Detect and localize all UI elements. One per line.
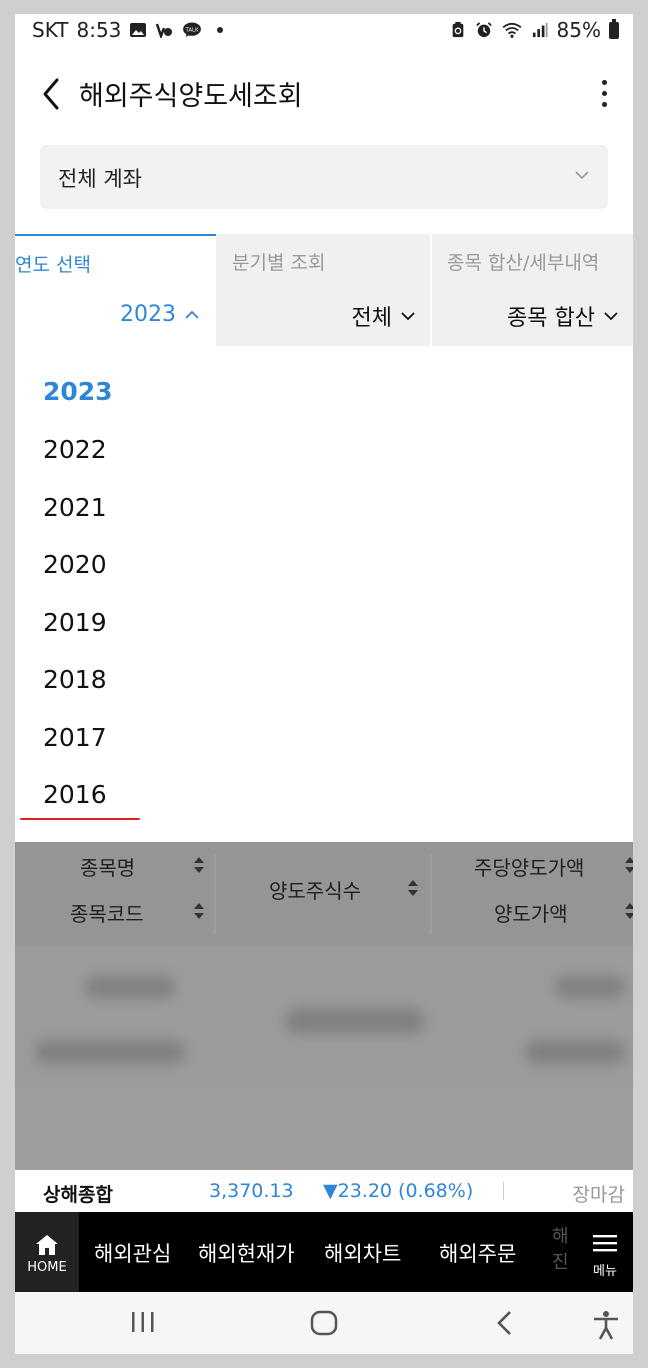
year-option[interactable]: 2021 — [43, 493, 107, 522]
nav-overseas-watchlist[interactable]: 해외관심 — [94, 1238, 171, 1268]
back-arrow-icon[interactable] — [37, 74, 67, 114]
nav-overseas-current-price[interactable]: 해외현재가 — [198, 1238, 295, 1268]
home-button[interactable]: HOME — [15, 1212, 79, 1292]
year-option[interactable]: 2023 — [43, 377, 113, 406]
page-title: 해외주식양도세조회 — [79, 81, 303, 112]
ticker-divider — [503, 1182, 504, 1200]
more-options-icon[interactable] — [597, 76, 611, 112]
status-left: SKT 8:53 TALK — [32, 18, 224, 42]
annotation-underline — [20, 818, 140, 820]
recent-apps-icon[interactable] — [130, 1310, 156, 1334]
bottom-nav: HOME 해외관심 해외현재가 해외차트 해외주문 해 진 메뉴 — [15, 1212, 633, 1292]
item-detail-filter-label: 종목 합산/세부내역 — [447, 252, 600, 274]
menu-button[interactable]: 메뉴 — [577, 1212, 633, 1292]
market-status: 장마감 — [572, 1184, 625, 1206]
status-right: 85% — [449, 18, 619, 42]
chevron-up-icon — [185, 310, 199, 319]
battery-icon — [609, 18, 619, 39]
index-change: ▼23.20 (0.68%) — [323, 1180, 474, 1202]
account-select[interactable]: 전체 계좌 — [40, 145, 608, 209]
dropdown-backdrop[interactable] — [15, 842, 633, 1170]
year-option[interactable]: 2020 — [43, 550, 107, 579]
signal-icon — [532, 22, 548, 38]
nav-overseas-chart[interactable]: 해외차트 — [324, 1238, 401, 1268]
app-screen: SKT 8:53 TALK 85% 해외주식양도세조회 전체 계좌 연도 선택 … — [15, 14, 633, 1354]
alarm-icon — [475, 22, 492, 38]
quarter-filter-value: 전체 — [352, 300, 416, 332]
year-dropdown: 2023 2022 2021 2020 2019 2018 2017 2016 — [15, 360, 633, 842]
account-select-label: 전체 계좌 — [58, 167, 142, 191]
notification-dot-icon — [217, 27, 224, 33]
year-filter-value: 2023 — [120, 302, 200, 327]
year-option[interactable]: 2017 — [43, 723, 107, 752]
recycle-battery-icon — [452, 22, 463, 38]
gallery-icon — [130, 23, 147, 37]
chevron-down-icon — [401, 312, 415, 321]
index-value: 3,370.13 — [209, 1180, 294, 1202]
home-icon — [36, 1235, 58, 1255]
year-filter-label: 연도 선택 — [15, 254, 91, 276]
battery-level: 85% — [556, 18, 601, 42]
item-detail-filter-selected: 종목 합산 — [507, 306, 595, 331]
index-name: 상해종합 — [43, 1184, 113, 1206]
vpn-key-icon — [156, 23, 173, 38]
index-ticker[interactable]: 상해종합 3,370.13 ▼23.20 (0.68%) 장마감 — [15, 1170, 633, 1212]
filter-bar: 연도 선택 2023 분기별 조회 전체 종목 합산/세부내역 종목 합산 — [15, 234, 633, 348]
status-bar: SKT 8:53 TALK 85% — [15, 14, 633, 48]
quarter-filter[interactable]: 분기별 조회 전체 — [216, 234, 432, 346]
accessibility-icon[interactable] — [592, 1310, 620, 1340]
year-filter-selected: 2023 — [120, 302, 176, 327]
item-detail-filter[interactable]: 종목 합산/세부내역 종목 합산 — [432, 234, 633, 346]
hamburger-menu-icon — [593, 1235, 617, 1252]
home-system-icon[interactable] — [310, 1310, 338, 1336]
clock: 8:53 — [76, 18, 122, 42]
chevron-down-icon — [575, 171, 589, 180]
year-option[interactable]: 2018 — [43, 665, 107, 694]
chevron-down-icon — [604, 312, 618, 321]
item-detail-filter-value: 종목 합산 — [507, 300, 619, 332]
quarter-filter-selected: 전체 — [351, 306, 392, 331]
app-header: 해외주식양도세조회 — [15, 64, 633, 124]
year-option[interactable]: 2019 — [43, 608, 107, 637]
svg-text:TALK: TALK — [185, 27, 199, 33]
system-nav-bar — [15, 1292, 633, 1354]
wifi-icon — [502, 22, 521, 38]
year-option[interactable]: 2016 — [43, 780, 107, 809]
carrier: SKT — [32, 18, 69, 42]
talk-icon: TALK — [183, 22, 202, 38]
nav-item-truncated[interactable]: 해 진 — [552, 1224, 569, 1276]
nav-overseas-order[interactable]: 해외주문 — [439, 1238, 516, 1268]
year-filter[interactable]: 연도 선택 2023 — [15, 234, 216, 348]
menu-label: 메뉴 — [593, 1264, 617, 1279]
back-system-icon[interactable] — [495, 1310, 515, 1336]
quarter-filter-label: 분기별 조회 — [232, 252, 326, 274]
home-label: HOME — [27, 1260, 67, 1275]
year-option[interactable]: 2022 — [43, 435, 107, 464]
